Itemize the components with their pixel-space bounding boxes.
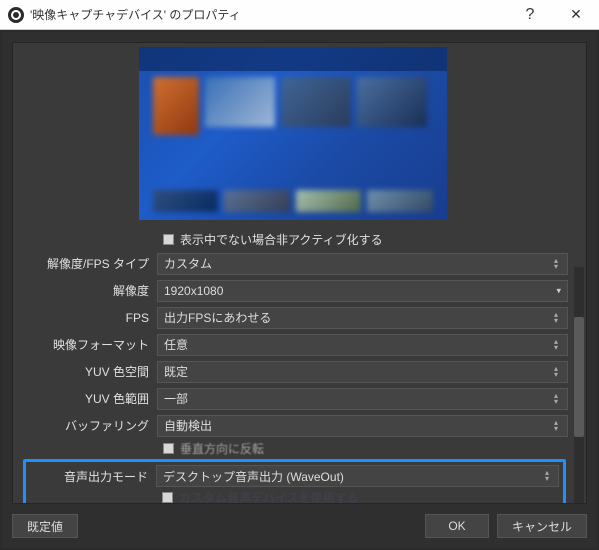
buffering-label: バッファリング	[13, 417, 157, 434]
scrollbar-track	[574, 267, 584, 503]
window-title: '映像キャプチャデバイス' のプロパティ	[30, 6, 507, 23]
ok-button[interactable]: OK	[425, 514, 489, 538]
footer: 既定値 OK キャンセル	[12, 512, 587, 540]
preview-area	[13, 43, 572, 228]
custom-audio-checkbox[interactable]	[162, 492, 173, 503]
help-button[interactable]: ?	[507, 0, 553, 30]
video-format-value: 任意	[164, 336, 188, 353]
stepper-icon: ▴▾	[549, 389, 563, 409]
res-fps-type-label: 解像度/FPS タイプ	[13, 255, 157, 272]
stepper-icon: ▴▾	[549, 416, 563, 436]
audio-mode-value: デスクトップ音声出力 (WaveOut)	[163, 468, 344, 485]
resolution-select[interactable]: 1920x1080 ▾	[157, 280, 568, 302]
yuv-space-value: 既定	[164, 363, 188, 380]
custom-audio-checkbox-label: カスタム音声デバイスを使用する	[179, 489, 359, 504]
res-fps-type-select[interactable]: カスタム ▴▾	[157, 253, 568, 275]
res-fps-type-value: カスタム	[164, 255, 212, 272]
audio-mode-highlight: 音声出力モード デスクトップ音声出力 (WaveOut) ▴▾ カスタム音声デバ…	[23, 459, 566, 503]
video-format-label: 映像フォーマット	[13, 336, 157, 353]
yuv-range-label: YUV 色範囲	[13, 390, 157, 407]
yuv-range-value: 一部	[164, 390, 188, 407]
yuv-range-select[interactable]: 一部 ▴▾	[157, 388, 568, 410]
stepper-icon: ▴▾	[549, 362, 563, 382]
yuv-space-select[interactable]: 既定 ▴▾	[157, 361, 568, 383]
close-button[interactable]: ✕	[553, 0, 599, 30]
chevron-down-icon: ▾	[556, 285, 561, 296]
deactivate-checkbox[interactable]	[163, 234, 174, 245]
deactivate-checkbox-label: 表示中でない場合非アクティブ化する	[180, 231, 383, 248]
dialog-body: 表示中でない場合非アクティブ化する 解像度/FPS タイプ カスタム ▴▾ 解像…	[2, 32, 597, 548]
ok-button-label: OK	[448, 519, 465, 533]
stepper-icon: ▴▾	[549, 308, 563, 328]
stepper-icon: ▴▾	[549, 335, 563, 355]
resolution-label: 解像度	[13, 282, 157, 299]
defaults-button-label: 既定値	[27, 518, 63, 535]
buffering-select[interactable]: 自動検出 ▴▾	[157, 415, 568, 437]
scroll-area: 表示中でない場合非アクティブ化する 解像度/FPS タイプ カスタム ▴▾ 解像…	[13, 43, 572, 503]
app-icon	[8, 7, 24, 23]
titlebar: '映像キャプチャデバイス' のプロパティ ? ✕	[0, 0, 599, 30]
custom-audio-checkbox-row: カスタム音声デバイスを使用する	[26, 488, 563, 503]
stepper-icon: ▴▾	[540, 466, 554, 486]
fps-label: FPS	[13, 311, 157, 325]
cancel-button[interactable]: キャンセル	[497, 514, 587, 538]
buffering-value: 自動検出	[164, 417, 212, 434]
defaults-button[interactable]: 既定値	[12, 514, 78, 538]
vertical-scrollbar[interactable]	[572, 43, 586, 503]
flip-checkbox[interactable]	[163, 443, 174, 454]
cancel-button-label: キャンセル	[512, 518, 572, 535]
deactivate-checkbox-row: 表示中でない場合非アクティブ化する	[13, 228, 572, 250]
yuv-space-label: YUV 色空間	[13, 363, 157, 380]
flip-checkbox-label: 垂直方向に反転	[180, 440, 264, 457]
audio-mode-select[interactable]: デスクトップ音声出力 (WaveOut) ▴▾	[156, 465, 559, 487]
video-format-select[interactable]: 任意 ▴▾	[157, 334, 568, 356]
flip-checkbox-row: 垂直方向に反転	[13, 439, 572, 457]
fps-value: 出力FPSにあわせる	[164, 309, 271, 326]
content-panel: 表示中でない場合非アクティブ化する 解像度/FPS タイプ カスタム ▴▾ 解像…	[12, 42, 587, 504]
fps-select[interactable]: 出力FPSにあわせる ▴▾	[157, 307, 568, 329]
audio-mode-label: 音声出力モード	[26, 468, 156, 485]
video-preview	[139, 47, 447, 220]
stepper-icon: ▴▾	[549, 254, 563, 274]
resolution-value: 1920x1080	[164, 284, 223, 298]
scrollbar-thumb[interactable]	[574, 317, 584, 437]
